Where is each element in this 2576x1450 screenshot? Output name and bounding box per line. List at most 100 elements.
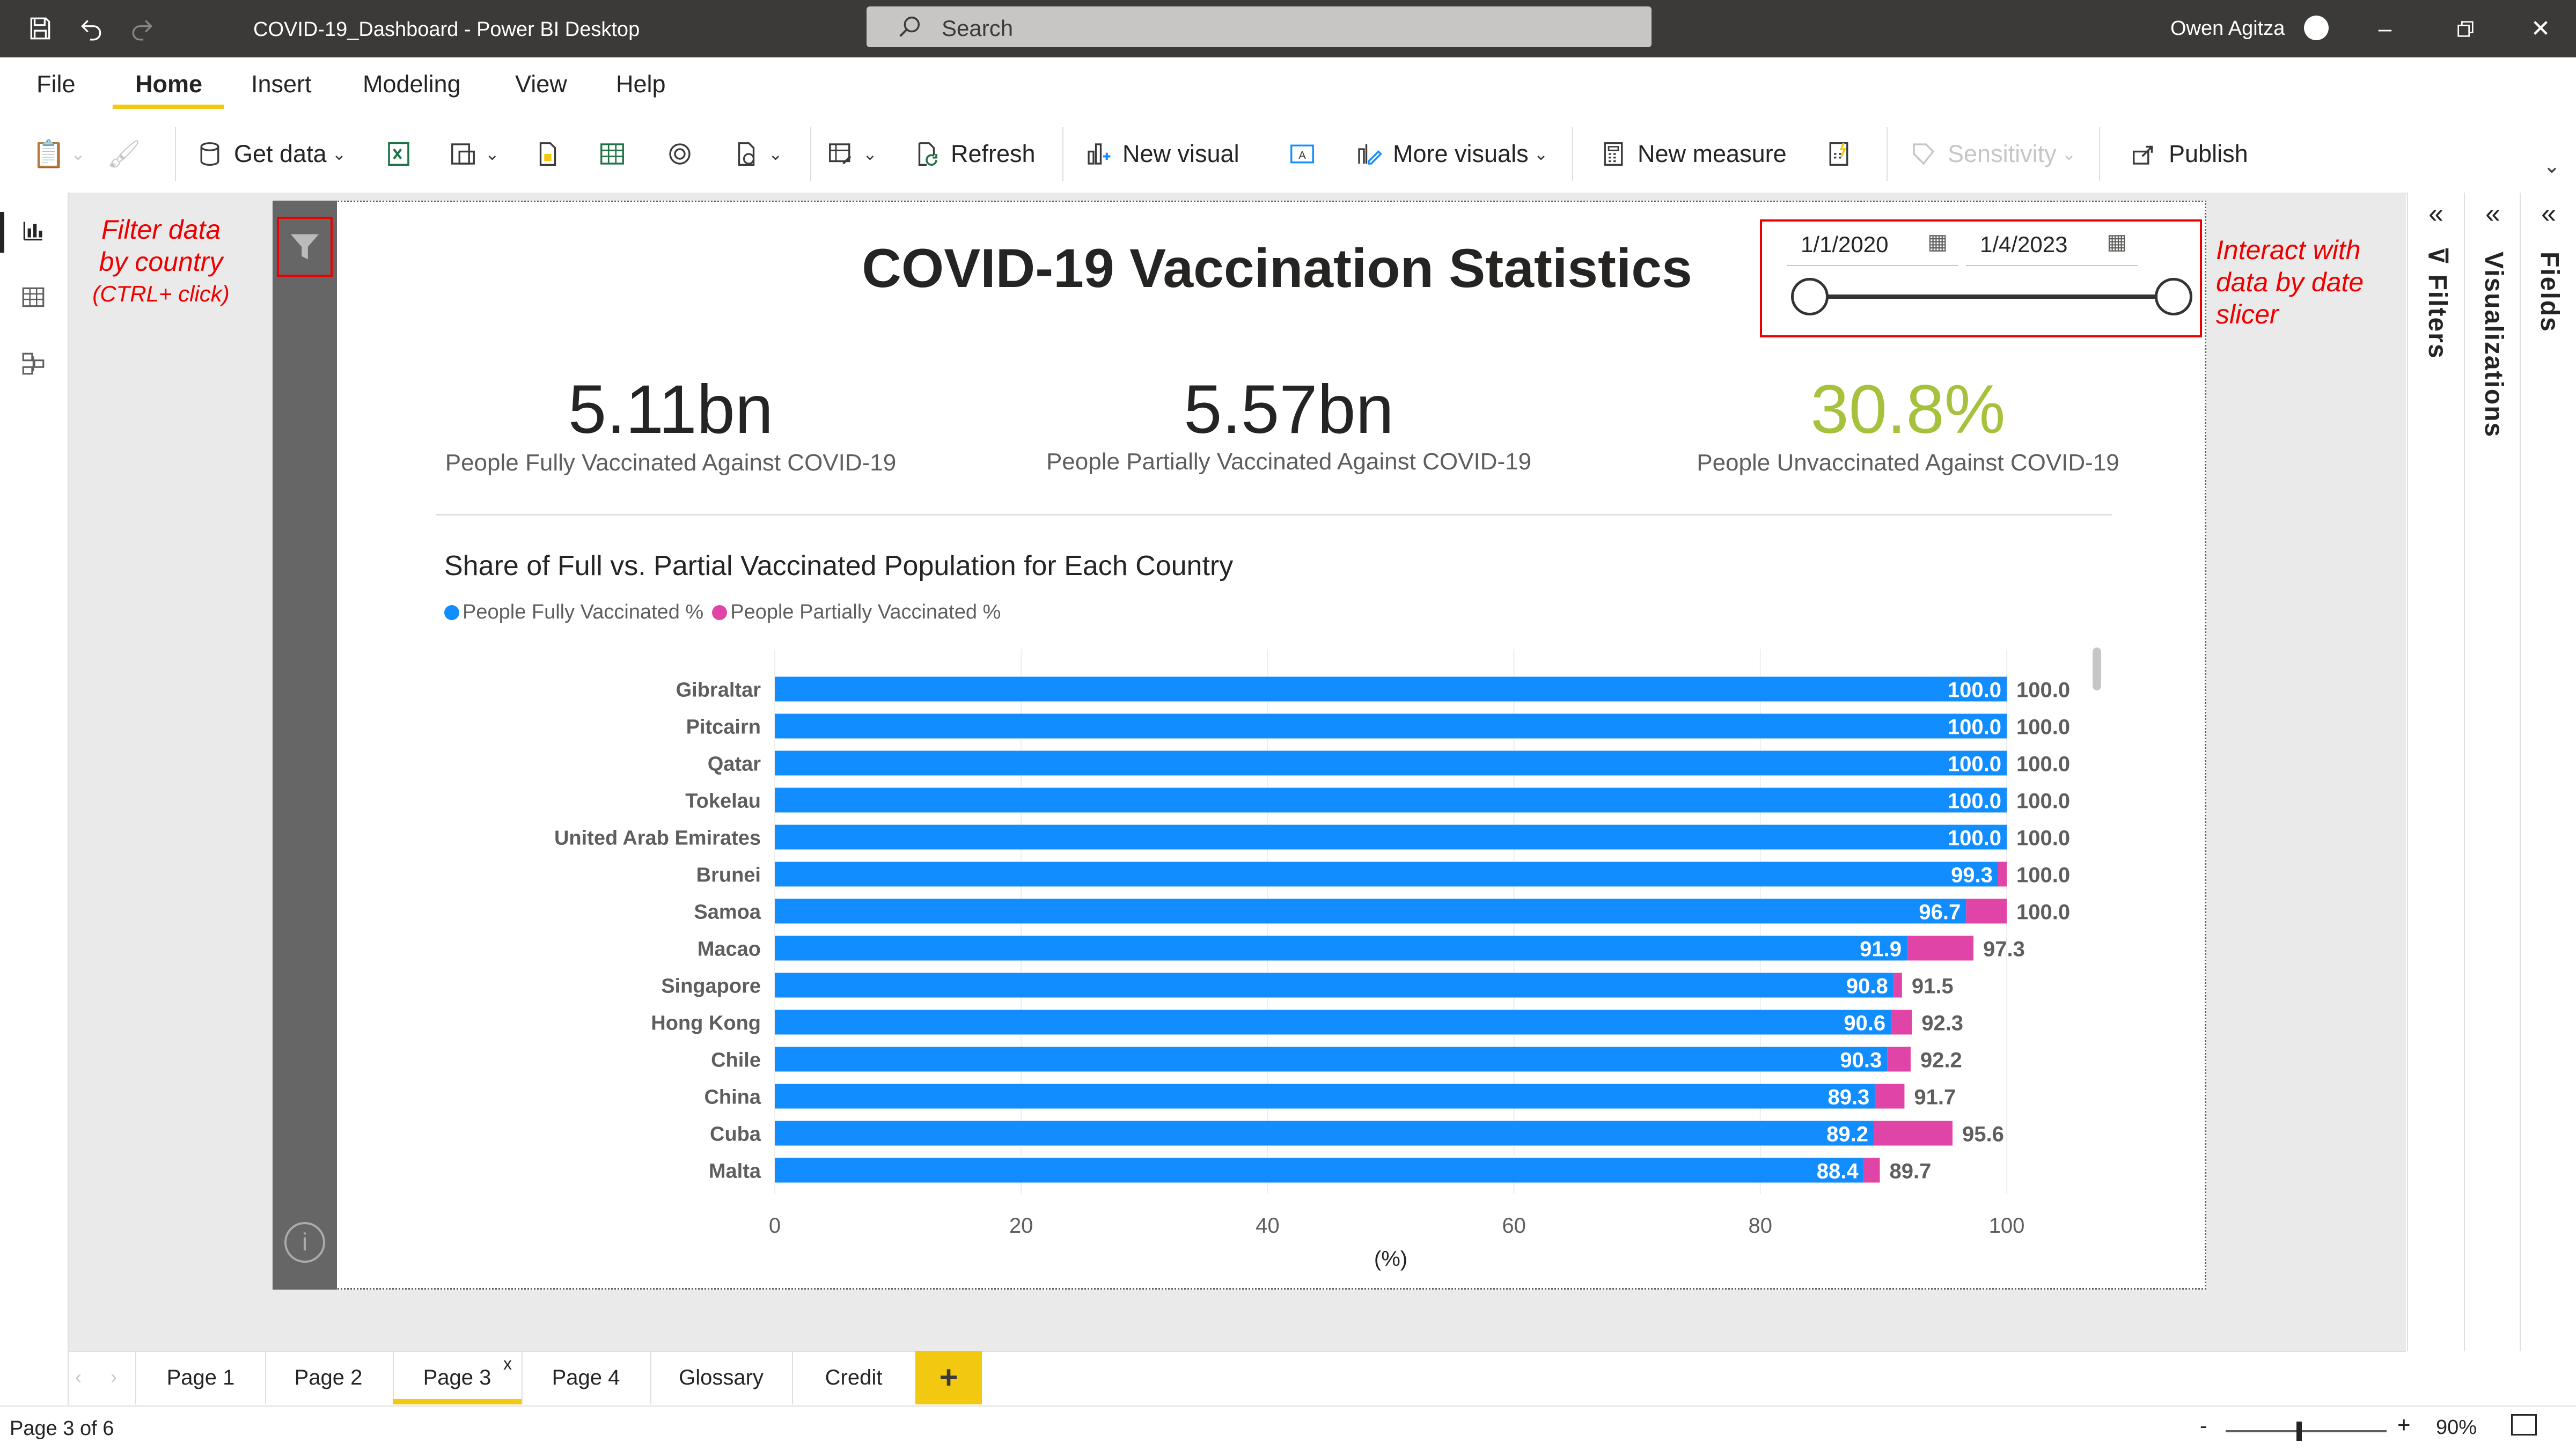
page-tab-credit[interactable]: Credit (792, 1351, 916, 1404)
status-bar: Page 3 of 6 (0, 1405, 2576, 1450)
category-label: China (704, 1086, 761, 1109)
data-label-partially: 89.7 (1890, 1160, 1932, 1183)
fit-to-page-icon[interactable] (2511, 1414, 2537, 1436)
bar-fully-vaccinated (775, 936, 1907, 961)
data-label-partially: 92.3 (1921, 1012, 1963, 1035)
bar-fully-vaccinated (775, 750, 2007, 776)
bar-partially-vaccinated (1893, 973, 1902, 998)
page-indicator: Page 3 of 6 (10, 1417, 114, 1440)
data-label-partially: 100.0 (2016, 864, 2070, 887)
bar-partially-vaccinated (1891, 1010, 1912, 1035)
page-tab-glossary[interactable]: Glossary (650, 1351, 793, 1404)
x-tick-label: 40 (1256, 1214, 1280, 1238)
data-label-fully: 89.2 (1826, 1123, 1868, 1146)
bar-fully-vaccinated (775, 825, 2007, 850)
data-label-partially: 91.5 (1912, 975, 1954, 998)
category-label: Cuba (710, 1123, 761, 1146)
category-label: Malta (709, 1160, 761, 1183)
x-tick-label: 80 (1749, 1214, 1773, 1238)
data-label-fully: 89.3 (1828, 1086, 1869, 1109)
category-label: Chile (711, 1049, 761, 1072)
bar-chart: 0 20 40 60 80 100 (%) Gibraltar 100.0 100.0 Pitcai… (554, 649, 2070, 1271)
x-tick-label: 0 (769, 1214, 781, 1238)
x-tick-label: 60 (1502, 1214, 1526, 1238)
zoom-slider[interactable] (2226, 1430, 2387, 1432)
bar-fully-vaccinated (775, 862, 1998, 887)
bar-fully-vaccinated (775, 676, 2007, 702)
zoom-slider-thumb[interactable] (2296, 1422, 2302, 1441)
data-label-fully: 100.0 (1948, 716, 2001, 739)
category-label: United Arab Emirates (554, 827, 761, 850)
filter-icon: ⊽ (2423, 246, 2452, 275)
bar-fully-vaccinated (775, 1084, 1875, 1109)
data-label-fully: 90.8 (1846, 975, 1888, 998)
bar-fully-vaccinated (775, 1047, 1888, 1072)
bar-fully-vaccinated (775, 1010, 1891, 1035)
data-label-partially: 100.0 (2016, 827, 2070, 850)
bar-partially-vaccinated (1863, 1158, 1880, 1183)
category-label: Singapore (661, 975, 761, 998)
bar-fully-vaccinated (775, 1121, 1874, 1146)
bar-fully-vaccinated (775, 787, 2007, 813)
x-tick-label: 20 (1009, 1214, 1033, 1238)
category-label: Pitcairn (686, 716, 761, 739)
fields-pane[interactable]: « Fields (2520, 193, 2576, 1351)
bar-fully-vaccinated (775, 1158, 1864, 1183)
category-label: Brunei (696, 864, 761, 887)
page-tab-1[interactable]: Page 1 (135, 1351, 266, 1404)
data-label-partially: 95.6 (1962, 1123, 2004, 1146)
bar-fully-vaccinated (775, 713, 2007, 739)
tab-scroll-left-icon[interactable]: ‹ (75, 1366, 82, 1388)
bar-partially-vaccinated (1907, 936, 1974, 961)
data-label-fully: 99.3 (1951, 864, 1993, 887)
bar-fully-vaccinated (775, 973, 1894, 998)
data-label-partially: 100.0 (2016, 716, 2070, 739)
page-tab-4[interactable]: Page 4 (522, 1351, 651, 1404)
x-tick-label: 100 (1989, 1214, 2025, 1238)
add-page-button[interactable]: + (915, 1351, 982, 1404)
category-label: Gibraltar (676, 679, 761, 702)
zoom-in-icon[interactable]: + (2397, 1412, 2411, 1438)
filters-pane[interactable]: « ⊽ Filters (2407, 193, 2465, 1351)
category-label: Qatar (708, 753, 761, 776)
data-label-fully: 90.6 (1844, 1012, 1885, 1035)
data-label-fully: 100.0 (1948, 753, 2001, 776)
data-label-partially: 100.0 (2016, 753, 2070, 776)
visualizations-pane[interactable]: « Visualizations (2464, 193, 2521, 1351)
data-label-fully: 91.9 (1860, 938, 1902, 961)
data-label-partially: 100.0 (2016, 901, 2070, 924)
data-label-fully: 100.0 (1948, 790, 2001, 813)
expand-chevron-icon[interactable]: « (2408, 198, 2464, 229)
bar-partially-vaccinated (1966, 899, 2007, 924)
active-page-indicator (393, 1399, 522, 1404)
data-label-fully: 100.0 (1948, 827, 2001, 850)
filters-pane-label: ⊽ Filters (2423, 246, 2452, 359)
tab-scroll-right-icon[interactable]: › (111, 1366, 117, 1388)
category-label: Samoa (694, 901, 761, 924)
data-label-fully: 100.0 (1948, 679, 2001, 702)
data-label-partially: 91.7 (1914, 1086, 1956, 1109)
data-label-partially: 92.2 (1920, 1049, 1962, 1072)
page-tab-2[interactable]: Page 2 (264, 1351, 394, 1404)
data-label-partially: 97.3 (1983, 938, 2025, 961)
category-label: Tokelau (685, 790, 761, 813)
visualizations-pane-label: Visualizations (2479, 252, 2508, 438)
expand-chevron-icon[interactable]: « (2521, 198, 2576, 229)
category-label: Macao (698, 938, 761, 961)
data-label-fully: 90.3 (1840, 1049, 1882, 1072)
data-label-fully: 88.4 (1817, 1160, 1859, 1183)
data-label-partially: 100.0 (2016, 790, 2070, 813)
data-label-fully: 96.7 (1919, 901, 1961, 924)
close-tab-icon[interactable]: x (503, 1354, 512, 1374)
bar-partially-vaccinated (1887, 1047, 1911, 1072)
expand-chevron-icon[interactable]: « (2465, 198, 2521, 229)
zoom-level: 90% (2436, 1416, 2477, 1439)
fields-pane-label: Fields (2535, 252, 2564, 333)
chart-scrollbar[interactable] (2093, 647, 2101, 690)
bar-partially-vaccinated (1875, 1084, 1905, 1109)
bar-partially-vaccinated (1874, 1121, 1953, 1146)
bar-partially-vaccinated (1998, 862, 2007, 887)
x-axis-label: (%) (1374, 1247, 1407, 1271)
data-label-partially: 100.0 (2016, 679, 2070, 702)
zoom-out-icon[interactable]: - (2200, 1414, 2207, 1438)
